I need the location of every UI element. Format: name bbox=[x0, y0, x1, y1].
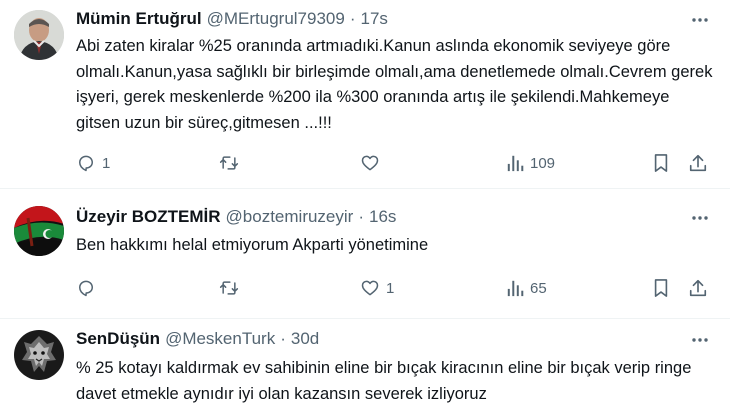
like-button[interactable]: 1 bbox=[360, 276, 394, 300]
view-count: 65 bbox=[530, 279, 547, 297]
tweet-text: Abi zaten kiralar %25 oranında artmıadık… bbox=[76, 37, 713, 132]
tweet-text: % 25 kotayı kaldırmak ev sahibinin eline… bbox=[76, 359, 692, 403]
user-handle[interactable]: @MeskenTurk bbox=[165, 329, 275, 349]
timestamp[interactable]: 16s bbox=[369, 207, 396, 227]
view-count: 109 bbox=[530, 154, 556, 172]
more-button[interactable] bbox=[688, 10, 712, 30]
like-button[interactable] bbox=[360, 151, 386, 175]
bookmark-button[interactable] bbox=[652, 276, 670, 300]
views-button[interactable]: 109 bbox=[506, 151, 555, 175]
more-button[interactable] bbox=[688, 208, 712, 228]
like-count: 1 bbox=[386, 279, 395, 297]
like-icon bbox=[361, 155, 379, 171]
share-icon bbox=[689, 279, 707, 297]
action-bar: 1 65 bbox=[76, 276, 716, 300]
bookmark-button[interactable] bbox=[652, 151, 670, 175]
avatar[interactable] bbox=[14, 10, 64, 60]
more-icon bbox=[692, 216, 708, 220]
user-handle[interactable]: @boztemiruzeyir bbox=[226, 207, 354, 227]
share-icon bbox=[689, 154, 707, 172]
tweet[interactable]: Üzeyir BOZTEMİR @boztemiruzeyir · 16s Be… bbox=[0, 188, 730, 318]
tweet[interactable]: Mümin Ertuğrul @MErtugrul79309 · 17s Abi… bbox=[0, 0, 730, 188]
retweet-icon bbox=[219, 281, 239, 295]
display-name[interactable]: SenDüşün bbox=[76, 329, 160, 349]
avatar[interactable] bbox=[14, 330, 64, 380]
retweet-icon bbox=[219, 156, 239, 170]
views-icon bbox=[507, 155, 524, 172]
bookmark-icon bbox=[654, 279, 668, 297]
tweet-text: Ben hakkımı helal etmiyorum Akparti yöne… bbox=[76, 236, 429, 254]
separator-dot: · bbox=[280, 329, 286, 348]
tweet-header: Mümin Ertuğrul @MErtugrul79309 · 17s bbox=[76, 8, 388, 30]
retweet-button[interactable] bbox=[218, 276, 246, 300]
reply-button[interactable]: 1 bbox=[76, 151, 110, 175]
more-icon bbox=[692, 18, 708, 22]
user-handle[interactable]: @MErtugrul79309 bbox=[207, 9, 345, 29]
display-name[interactable]: Üzeyir BOZTEMİR bbox=[76, 207, 221, 227]
display-name[interactable]: Mümin Ertuğrul bbox=[76, 9, 202, 29]
separator-dot: · bbox=[349, 9, 356, 28]
tweet-header: SenDüşün @MeskenTurk · 30d bbox=[76, 328, 319, 350]
share-button[interactable] bbox=[688, 276, 708, 300]
more-icon bbox=[692, 338, 708, 342]
retweet-button[interactable] bbox=[218, 151, 246, 175]
bookmark-icon bbox=[654, 154, 668, 172]
views-button[interactable]: 65 bbox=[506, 276, 547, 300]
more-button[interactable] bbox=[688, 330, 712, 350]
timestamp[interactable]: 30d bbox=[291, 329, 319, 349]
reply-count: 1 bbox=[102, 154, 111, 172]
reply-button[interactable] bbox=[76, 276, 102, 300]
timestamp[interactable]: 17s bbox=[361, 9, 388, 29]
reply-icon bbox=[79, 155, 93, 172]
reply-icon bbox=[79, 280, 93, 297]
tweet[interactable]: SenDüşün @MeskenTurk · 30d % 25 kotayı k… bbox=[0, 318, 730, 420]
separator-dot: · bbox=[358, 207, 364, 226]
tweet-header: Üzeyir BOZTEMİR @boztemiruzeyir · 16s bbox=[76, 206, 396, 228]
avatar[interactable] bbox=[14, 206, 64, 256]
views-icon bbox=[507, 280, 524, 297]
like-icon bbox=[361, 280, 379, 296]
share-button[interactable] bbox=[688, 151, 708, 175]
action-bar: 1 109 bbox=[76, 151, 716, 175]
